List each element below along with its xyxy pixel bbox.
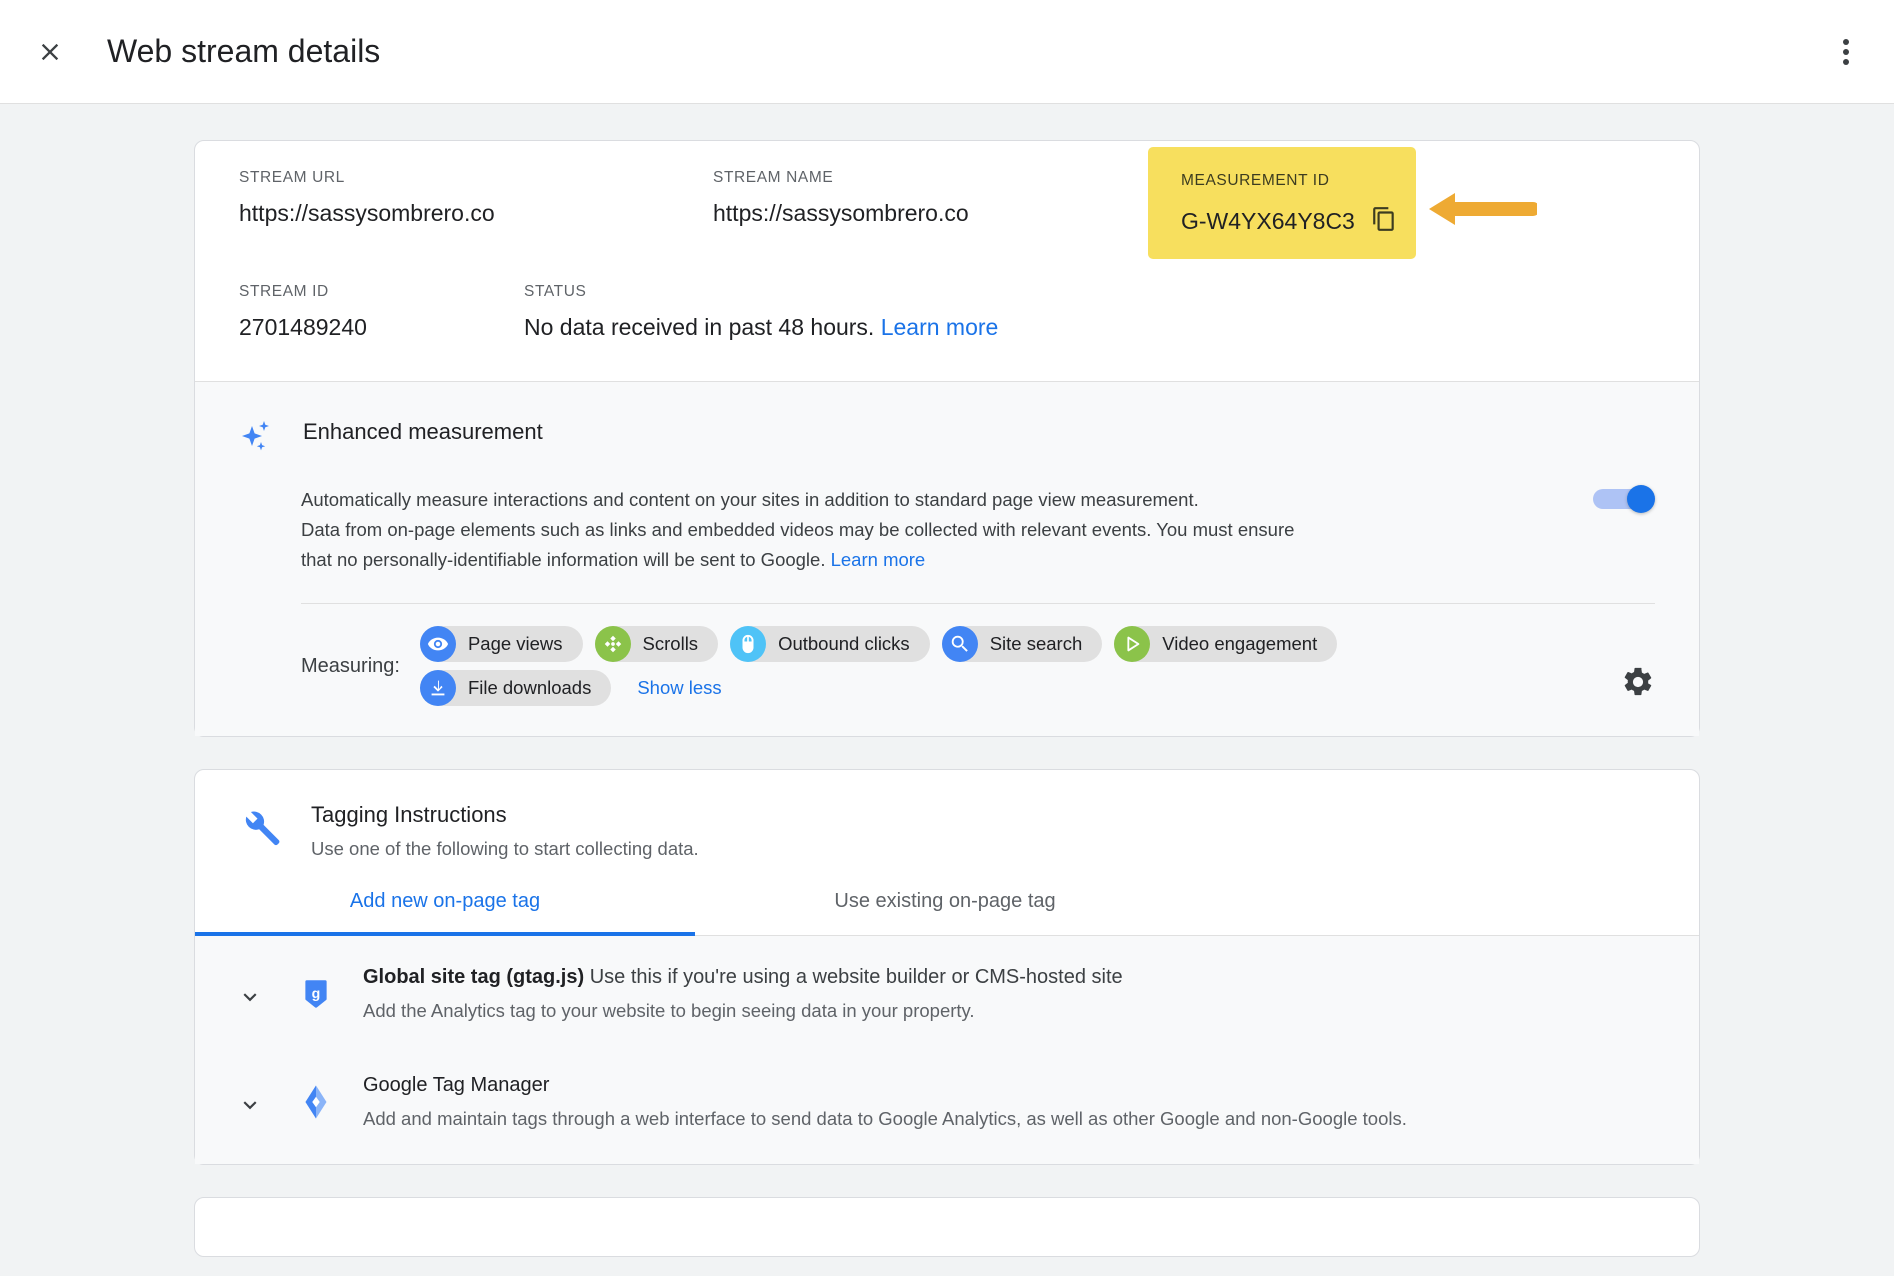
overflow-menu-button[interactable] xyxy=(1822,28,1870,76)
chip-site-search[interactable]: Site search xyxy=(941,626,1103,662)
option-description: Add and maintain tags through a web inte… xyxy=(363,1108,1407,1129)
enhanced-measurement-description: Automatically measure interactions and c… xyxy=(301,485,1311,575)
annotation-arrow xyxy=(1427,189,1540,229)
svg-text:g: g xyxy=(312,986,321,1002)
stream-name-label: STREAM NAME xyxy=(713,169,834,186)
enhanced-measurement-title: Enhanced measurement xyxy=(303,419,543,444)
more-vert-icon xyxy=(1843,38,1849,45)
scroll-icon xyxy=(594,626,631,662)
stream-status-value: No data received in past 48 hours. Learn… xyxy=(524,314,998,341)
em-desc-line2: Data from on-page elements such as links… xyxy=(301,519,1295,540)
stream-id-field: STREAM ID 2701489240 xyxy=(239,283,524,341)
option-global-site-tag[interactable]: g Global site tag (gtag.js) Use this if … xyxy=(195,936,1699,1052)
more-vert-icon xyxy=(1843,48,1849,55)
enhanced-measurement-toggle[interactable] xyxy=(1593,485,1655,513)
chip-page-views[interactable]: Page views xyxy=(419,626,583,662)
search-icon xyxy=(941,626,978,662)
chip-video-engagement[interactable]: Video engagement xyxy=(1114,626,1338,662)
measurement-id-label: MEASUREMENT ID xyxy=(1181,172,1330,189)
stream-details-card: STREAM URL https://sassysombrero.co STRE… xyxy=(194,140,1700,737)
stream-url-value: https://sassysombrero.co xyxy=(239,200,495,226)
status-text: No data received in past 48 hours. xyxy=(524,314,875,340)
download-icon xyxy=(419,670,456,706)
chip-file-downloads[interactable]: File downloads xyxy=(419,670,612,706)
eye-icon xyxy=(419,626,456,662)
tagging-options: g Global site tag (gtag.js) Use this if … xyxy=(195,936,1699,1164)
mouse-icon xyxy=(730,626,767,662)
chevron-down-icon[interactable] xyxy=(233,984,267,1010)
option-google-tag-manager[interactable]: Google Tag Manager Add and maintain tags… xyxy=(195,1052,1699,1164)
option-title-line: Global site tag (gtag.js) Use this if yo… xyxy=(363,962,1123,992)
close-icon xyxy=(36,38,64,66)
next-card-partial xyxy=(194,1197,1700,1257)
page-title: Web stream details xyxy=(107,33,381,69)
measuring-chips: Page views Scrolls Outbound clicks Site … xyxy=(419,626,1450,706)
page-content: STREAM URL https://sassysombrero.co STRE… xyxy=(0,104,1894,1276)
stream-name-value: https://sassysombrero.co xyxy=(713,200,969,226)
stream-url-field: STREAM URL https://sassysombrero.co xyxy=(239,169,713,227)
chip-scrolls[interactable]: Scrolls xyxy=(594,626,719,662)
tag-manager-icon xyxy=(295,1084,337,1120)
stream-status-field: STATUS No data received in past 48 hours… xyxy=(524,283,998,341)
gtag-icon: g xyxy=(295,976,337,1010)
tab-use-existing-on-page-tag[interactable]: Use existing on-page tag xyxy=(695,890,1195,935)
stream-status-label: STATUS xyxy=(524,283,587,300)
measuring-row: Measuring: Page views Scrolls Outbound c… xyxy=(195,604,1699,736)
option-description: Add the Analytics tag to your website to… xyxy=(363,1000,975,1021)
option-title-line: Google Tag Manager xyxy=(363,1070,1407,1100)
option-title: Global site tag (gtag.js) xyxy=(363,966,585,988)
stream-name-field: STREAM NAME https://sassysombrero.co xyxy=(713,169,1193,227)
show-less-link[interactable]: Show less xyxy=(637,677,721,699)
enhanced-measurement-learn-more-link[interactable]: Learn more xyxy=(831,549,926,570)
enhanced-measurement-section: Enhanced measurement Automatically measu… xyxy=(195,381,1699,736)
chip-label: Site search xyxy=(989,633,1083,654)
more-vert-icon xyxy=(1843,58,1849,65)
tagging-instructions-card: Tagging Instructions Use one of the foll… xyxy=(194,769,1700,1165)
play-icon xyxy=(1114,626,1151,662)
sparkle-icon xyxy=(239,418,279,463)
copy-icon[interactable] xyxy=(1371,206,1397,237)
option-title-suffix: Use this if you're using a website build… xyxy=(589,966,1123,988)
stream-id-value: 2701489240 xyxy=(239,314,367,340)
gear-icon[interactable] xyxy=(1621,665,1655,704)
chip-label: Page views xyxy=(467,633,563,654)
toggle-knob xyxy=(1627,485,1655,513)
status-learn-more-link[interactable]: Learn more xyxy=(881,314,999,340)
stream-url-label: STREAM URL xyxy=(239,169,345,186)
stream-id-label: STREAM ID xyxy=(239,283,329,300)
tagging-title: Tagging Instructions xyxy=(311,802,507,827)
option-title: Google Tag Manager xyxy=(363,1074,550,1096)
stream-summary: STREAM URL https://sassysombrero.co STRE… xyxy=(195,141,1699,381)
wrench-icon xyxy=(239,806,283,855)
chip-label: Scrolls xyxy=(642,633,699,654)
chip-label: Outbound clicks xyxy=(778,633,910,654)
chip-label: File downloads xyxy=(467,677,592,698)
chip-label: Video engagement xyxy=(1162,633,1318,654)
chevron-down-icon[interactable] xyxy=(233,1092,267,1118)
measurement-id-value: G-W4YX64Y8C3 xyxy=(1181,208,1355,234)
measuring-label: Measuring: xyxy=(301,654,400,677)
em-desc-line1: Automatically measure interactions and c… xyxy=(301,489,1199,510)
em-desc-line3: that no personally-identifiable informat… xyxy=(301,549,826,570)
tagging-subtitle: Use one of the following to start collec… xyxy=(311,838,699,859)
tab-add-new-on-page-tag[interactable]: Add new on-page tag xyxy=(195,890,695,936)
app-header: Web stream details xyxy=(0,0,1894,104)
close-button[interactable] xyxy=(26,28,74,76)
tagging-tabs: Add new on-page tag Use existing on-page… xyxy=(195,890,1699,936)
chip-outbound-clicks[interactable]: Outbound clicks xyxy=(730,626,930,662)
measurement-id-highlight: MEASUREMENT ID G-W4YX64Y8C3 xyxy=(1148,147,1416,259)
